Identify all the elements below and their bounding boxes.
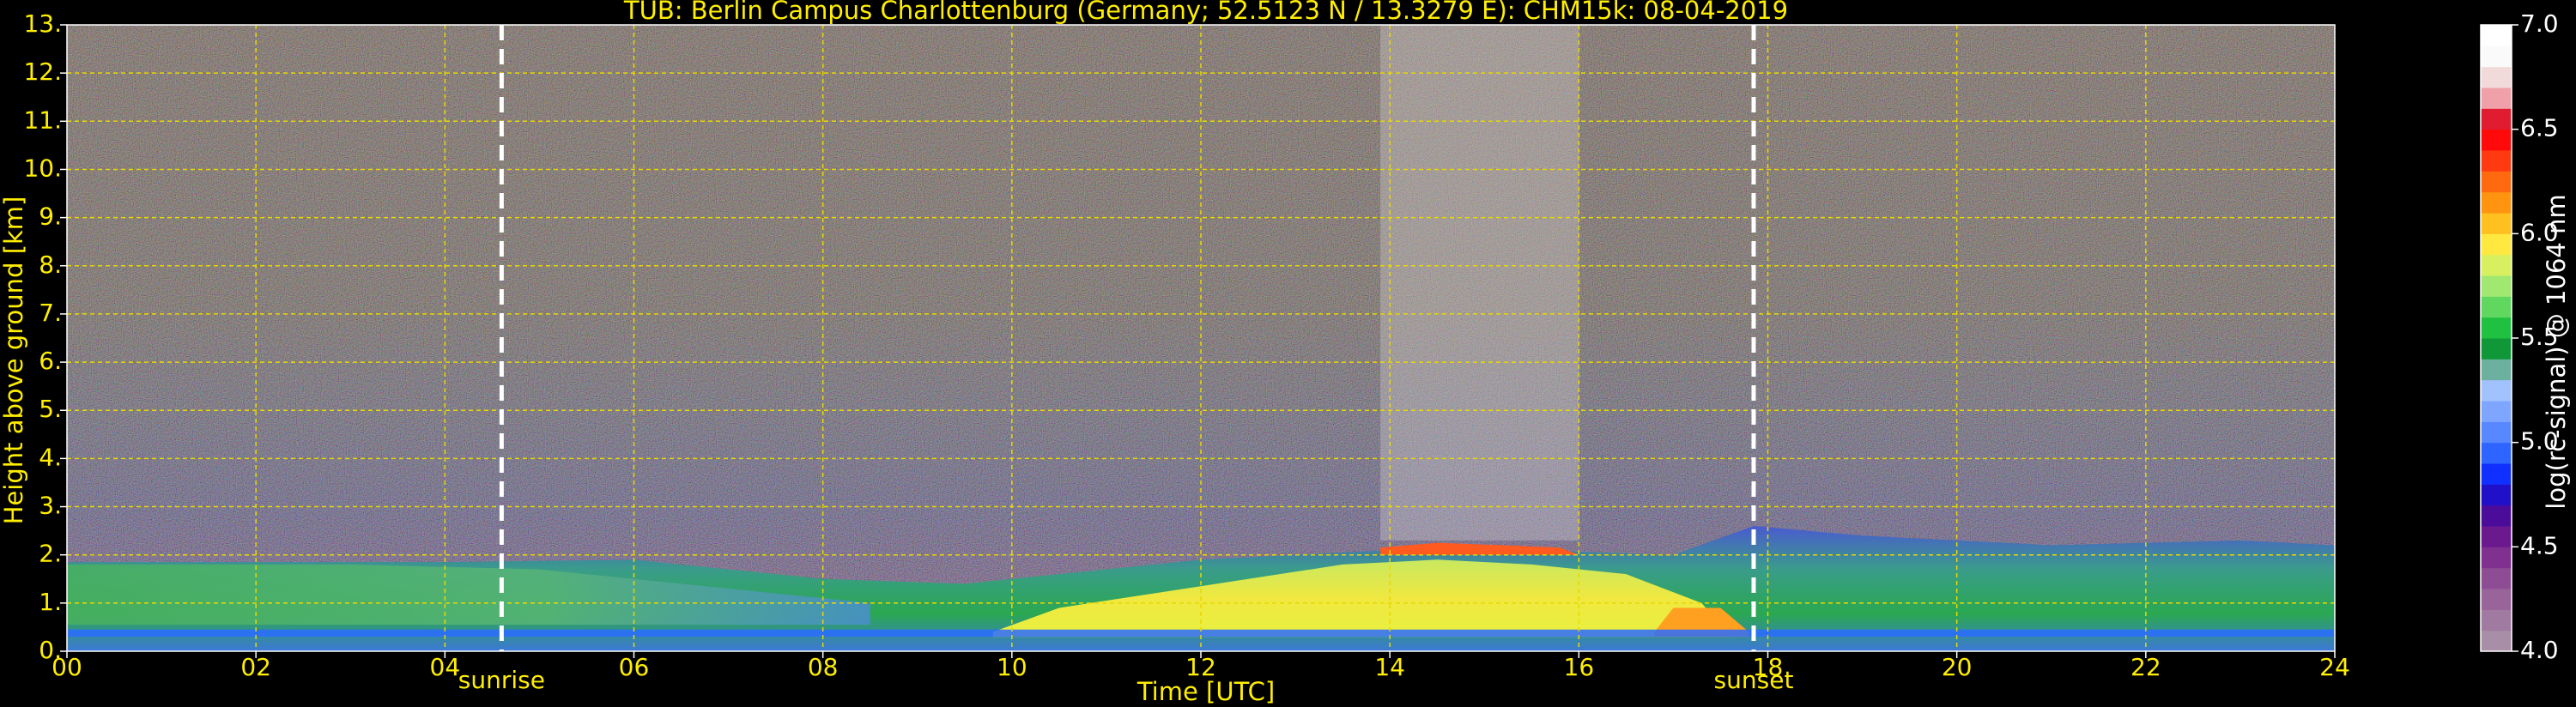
colorbar-segment [2481,589,2512,610]
ceilometer-chart: sunrise sunset 0.1.2.3.4.5.6.7.8.9.10.11.… [0,0,2571,706]
cloud-plumes [1380,25,1579,541]
colorbar-segment [2481,66,2512,88]
colorbar-segment [2481,567,2512,589]
colorbar-tick-label: 4.5 [2520,531,2559,559]
y-axis-ticks: 0.1.2.3.4.5.6.7.8.9.10.11.12.13. [23,9,67,664]
y-axis-label: Height above ground [km] [0,196,28,525]
x-tick-label: 10 [997,653,1027,681]
colorbar-segment [2481,379,2512,402]
colorbar-tick-label: 4.0 [2520,636,2559,664]
colorbar-tick-label: 6.5 [2520,114,2559,142]
y-tick-label: 9. [39,202,62,231]
colorbar-segment [2481,338,2512,360]
x-tick-label: 20 [1942,653,1973,681]
y-tick-label: 7. [39,299,62,327]
y-tick-label: 11. [23,106,62,134]
colorbar-segment [2481,171,2512,193]
colorbar-segment [2481,317,2512,339]
y-tick-label: 13. [23,9,62,38]
colorbar-segment [2481,45,2512,68]
colorbar-segment [2481,108,2512,130]
x-tick-label: 02 [240,653,271,681]
colorbar-tick-label: 7.0 [2520,9,2559,38]
y-tick-label: 5. [39,395,62,423]
y-tick-label: 4. [39,443,62,471]
colorbar-segment [2481,630,2512,652]
colorbar-label: log(rc-signal) @ 1064 nm [2542,194,2571,509]
colorbar [2480,24,2512,652]
x-tick-label: 04 [430,653,461,681]
colorbar-segment [2481,463,2512,485]
colorbar-segment [2481,526,2512,547]
colorbar-segment [2481,505,2512,527]
colorbar-segment [2481,401,2512,422]
colorbar-segment [2481,233,2512,256]
x-tick-label: 24 [2319,653,2350,681]
y-tick-label: 10. [23,154,62,182]
colorbar-segment [2481,150,2512,172]
colorbar-segment [2481,547,2512,569]
colorbar-segment [2481,254,2512,276]
colorbar-segment [2481,359,2512,381]
x-tick-label: 22 [2131,653,2161,681]
colorbar-segment [2481,421,2512,444]
y-tick-label: 6. [39,347,62,375]
y-tick-label: 1. [39,588,62,616]
x-tick-label: 00 [52,653,82,681]
colorbar-segment [2481,442,2512,464]
x-tick-label: 18 [1753,653,1784,681]
colorbar-segment [2481,129,2512,151]
colorbar-segment [2481,296,2512,318]
y-tick-label: 8. [39,251,62,279]
colorbar-segment [2481,88,2512,109]
chart-title: TUB: Berlin Campus Charlottenburg (Germa… [623,0,1788,25]
sunrise-label: sunrise [458,666,545,694]
colorbar-segment [2481,213,2512,234]
y-tick-label: 2. [39,540,62,568]
x-tick-label: 08 [808,653,839,681]
x-tick-label: 16 [1564,653,1595,681]
y-tick-label: 3. [39,492,62,520]
colorbar-segment [2481,609,2512,631]
x-tick-label: 14 [1374,653,1405,681]
colorbar-segment [2481,275,2512,297]
colorbar-segment [2481,25,2512,46]
colorbar-segment [2481,484,2512,506]
y-tick-label: 12. [23,57,62,86]
x-tick-label: 06 [619,653,650,681]
x-axis-label: Time [UTC] [1136,677,1275,706]
colorbar-segment [2481,191,2512,214]
